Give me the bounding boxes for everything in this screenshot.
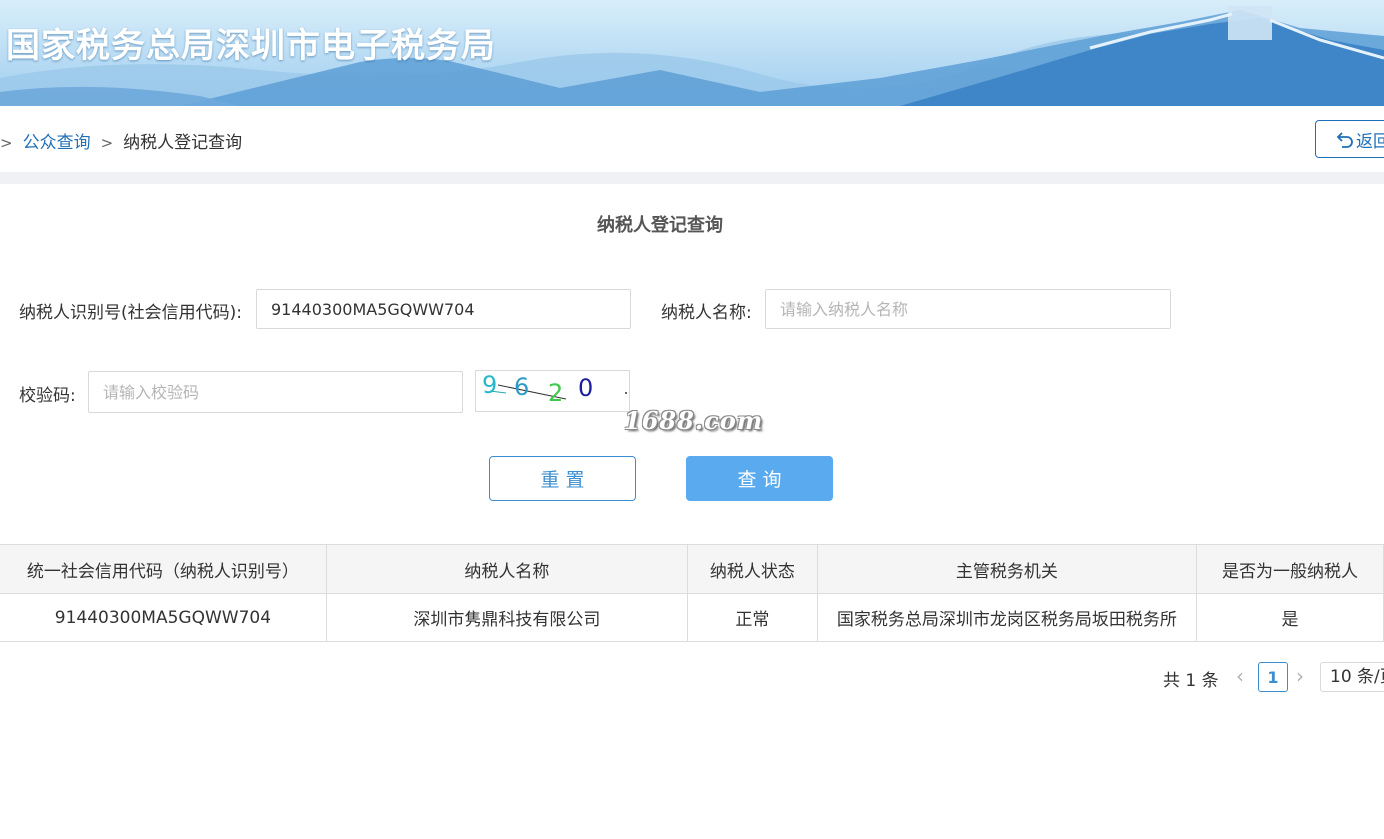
query-button[interactable]: 查询 [686, 456, 833, 501]
back-button[interactable]: 返回 [1315, 120, 1384, 158]
col-credit-code: 统一社会信用代码（纳税人识别号） [0, 544, 327, 594]
table-row: 91440300MA5GQWW704 深圳市隽鼎科技有限公司 正常 国家税务总局… [0, 593, 1384, 642]
col-tax-authority: 主管税务机关 [816, 544, 1198, 594]
captcha-label: 校验码: [19, 386, 76, 406]
breadcrumb-separator: > [100, 134, 114, 152]
captcha-input[interactable] [88, 371, 463, 413]
pagination-current-page[interactable]: 1 [1258, 662, 1288, 692]
chevron-right-icon[interactable]: › [1296, 664, 1304, 688]
taxpayer-id-label: 纳税人识别号(社会信用代码): [19, 303, 242, 323]
cell-tax-authority: 国家税务总局深圳市龙岗区税务局坂田税务所 [816, 593, 1198, 642]
pagination-total: 共 1 条 [1163, 671, 1219, 691]
cell-credit-code: 91440300MA5GQWW704 [0, 593, 327, 642]
captcha-char: 9 [482, 371, 497, 399]
panel-title: 纳税人登记查询 [597, 215, 723, 236]
return-arrow-icon [1336, 132, 1353, 148]
taxpayer-name-label: 纳税人名称: [661, 303, 752, 323]
table-header-row: 统一社会信用代码（纳税人识别号） 纳税人名称 纳税人状态 主管税务机关 是否为一… [0, 544, 1384, 594]
breadcrumb-separator: > [0, 134, 13, 152]
col-general-taxpayer: 是否为一般纳税人 [1196, 544, 1384, 594]
page-size-select[interactable]: 10 条/页 [1320, 662, 1384, 692]
breadcrumb-bar: > 公众查询 > 纳税人登记查询 返回 [0, 106, 1384, 172]
back-button-label: 返回 [1356, 131, 1384, 152]
taxpayer-name-input[interactable] [765, 289, 1171, 329]
page-size-value: 10 条/页 [1330, 667, 1384, 687]
chevron-left-icon[interactable]: ‹ [1236, 664, 1244, 688]
breadcrumb-public-query[interactable]: 公众查询 [23, 133, 91, 153]
site-banner: 国家税务总局深圳市电子税务局 [0, 0, 1384, 106]
captcha-char: 0 [578, 374, 593, 402]
captcha-char: 2 [548, 379, 563, 407]
taxpayer-id-input[interactable] [256, 289, 631, 329]
reset-button[interactable]: 重置 [489, 456, 636, 501]
result-table: 统一社会信用代码（纳税人识别号） 纳税人名称 纳税人状态 主管税务机关 是否为一… [0, 544, 1384, 642]
col-taxpayer-name: 纳税人名称 [325, 544, 688, 594]
cell-taxpayer-status: 正常 [686, 593, 818, 642]
breadcrumb: > 公众查询 > 纳税人登记查询 [0, 128, 242, 153]
cell-general-taxpayer: 是 [1196, 593, 1384, 642]
divider-strip [0, 172, 1384, 184]
cell-taxpayer-name: 深圳市隽鼎科技有限公司 [325, 593, 688, 642]
watermark-text: 1688.com [624, 406, 764, 435]
col-taxpayer-status: 纳税人状态 [686, 544, 818, 594]
site-title: 国家税务总局深圳市电子税务局 [6, 26, 496, 66]
captcha-char: 6 [514, 373, 529, 401]
captcha-graphic: 9 6 2 0 [482, 371, 627, 407]
captcha-image[interactable]: 9 6 2 0 [475, 370, 630, 412]
breadcrumb-current: 纳税人登记查询 [123, 133, 243, 153]
